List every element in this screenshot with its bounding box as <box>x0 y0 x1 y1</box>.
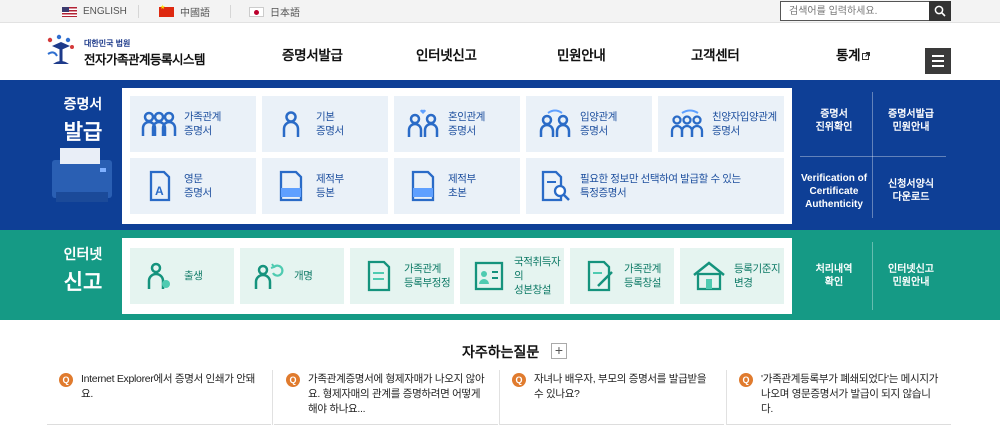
question-badge-icon: Q <box>286 373 300 387</box>
divider <box>800 156 946 157</box>
lang-chinese-link[interactable]: 中國語 <box>159 0 210 23</box>
question-badge-icon: Q <box>59 373 73 387</box>
internet-report-heading: 인터넷 신고 <box>63 246 103 294</box>
lang-chinese-label: 中國語 <box>180 8 210 19</box>
form-download-button[interactable]: 신청서양식 다운로드 <box>873 158 949 224</box>
lang-japanese-link[interactable]: 日本語 <box>249 0 300 23</box>
house-icon <box>693 261 725 291</box>
tile-full-adoption-cert[interactable]: 친양자입양관계 증명서 <box>658 96 784 152</box>
tile-removed-register-copy[interactable]: 제적부 등본 <box>262 158 388 214</box>
person-icon <box>282 111 300 137</box>
tile-registry-base-change[interactable]: 등록기준지 변경 <box>680 248 784 304</box>
court-emblem-icon <box>47 34 74 64</box>
internet-report-guide-button[interactable]: 인터넷신고 민원안내 <box>873 238 949 314</box>
tile-marriage-cert[interactable]: 혼인관계 증명서 <box>394 96 520 152</box>
faq-item[interactable]: Q 가족관계증명서에 형제자매가 나오지 않아요. 형제자매의 관계를 증명하려… <box>274 365 498 425</box>
faq-item-text: 자녀나 배우자, 부모의 증명서를 발급받을 수 있나요? <box>534 373 707 400</box>
faq-heading: 자주하는질문 <box>462 344 540 360</box>
process-history-button[interactable]: 처리내역 확인 <box>796 238 872 314</box>
nav-certificate-issue[interactable]: 증명서발급 <box>282 44 343 64</box>
faq-more-button[interactable]: + <box>551 343 567 359</box>
couple-heart-icon <box>407 109 439 137</box>
hamburger-icon <box>932 55 944 57</box>
divider <box>138 5 139 18</box>
certificate-issue-section: 증명서 발급 가족관계 증명서 기본 증명서 혼인관계 증명서 입양관계 증명서… <box>0 80 1000 230</box>
register-create-icon <box>587 260 613 292</box>
tile-register-correction[interactable]: 가족관계 등록부정정 <box>350 248 454 304</box>
search-input[interactable] <box>780 1 930 21</box>
divider <box>872 242 873 310</box>
certificate-tiles-panel: 가족관계 증명서 기본 증명서 혼인관계 증명서 입양관계 증명서 친양자입양관… <box>122 88 792 224</box>
english-document-icon: A <box>149 170 171 202</box>
tile-removed-register-extract[interactable]: 제적부 초본 <box>394 158 520 214</box>
faq-item-text: Internet Explorer에서 증명서 인쇄가 안돼요. <box>81 373 255 400</box>
nav-statistics[interactable]: 통계 <box>836 44 871 64</box>
svg-text:A: A <box>155 184 164 198</box>
faq-item-text: 가족관계증명서에 형제자매가 나오지 않아요. 형제자매의 관계를 증명하려면 … <box>308 373 485 415</box>
divider <box>272 370 273 425</box>
family-icon <box>141 111 177 136</box>
cert-issue-guide-button[interactable]: 증명서발급 민원안내 <box>873 88 949 154</box>
verify-cert-button[interactable]: 증명서 진위확인 <box>796 88 872 154</box>
divider <box>872 92 873 218</box>
nav-civil-guide[interactable]: 민원안내 <box>557 44 606 64</box>
lang-english-label: ENGLISH <box>83 6 127 17</box>
faq-item[interactable]: Q 자녀나 배우자, 부모의 증명서를 발급받을 수 있나요? <box>500 365 724 425</box>
naturalized-id-icon <box>474 261 504 291</box>
removed-register-extract-icon <box>411 170 435 202</box>
site-header: 대한민국 법원 전자가족관계등록시스템 증명서발급 인터넷신고 민원안내 고객센… <box>0 24 1000 80</box>
tile-naturalized-surname[interactable]: 국적취득자의 성본창설 <box>460 248 564 304</box>
tile-specific-cert[interactable]: 필요한 정보만 선택하여 발급할 수 있는 특정증명서 <box>526 158 784 214</box>
lang-japanese-label: 日本語 <box>270 8 300 19</box>
tile-english-cert[interactable]: A 영문 증명서 <box>130 158 256 214</box>
adoption-icon <box>539 109 571 137</box>
tile-basic-cert[interactable]: 기본 증명서 <box>262 96 388 152</box>
nav-statistics-label: 통계 <box>836 48 861 63</box>
us-flag-icon <box>62 6 77 17</box>
tile-register-create[interactable]: 가족관계 등록창설 <box>570 248 674 304</box>
logo-title: 전자가족관계등록시스템 <box>84 53 206 67</box>
nav-customer-center[interactable]: 고객센터 <box>691 44 740 64</box>
printer-illustration-icon <box>52 148 112 202</box>
divider <box>230 5 231 18</box>
faq-item[interactable]: Q '가족관계등록부가 폐쇄되었다'는 메시지가 나오며 영문증명서가 발급이 … <box>727 365 951 425</box>
document-search-icon <box>541 170 570 202</box>
tile-birth-report[interactable]: 출생 <box>130 248 234 304</box>
all-menu-button[interactable] <box>925 48 951 74</box>
search-button[interactable] <box>929 1 951 21</box>
lang-english-link[interactable]: ENGLISH <box>62 0 127 23</box>
certificate-issue-heading: 증명서 발급 <box>63 96 103 144</box>
faq-item[interactable]: Q Internet Explorer에서 증명서 인쇄가 안돼요. <box>47 365 271 425</box>
japan-flag-icon <box>249 6 264 17</box>
verification-english-button[interactable]: Verification of Certificate Authenticity <box>796 158 872 224</box>
birth-icon <box>147 262 170 289</box>
search-icon <box>934 5 946 17</box>
nav-internet-report[interactable]: 인터넷신고 <box>416 44 477 64</box>
faq-item-text: '가족관계등록부가 폐쇄되었다'는 메시지가 나오며 영문증명서가 발급이 되지… <box>761 373 939 415</box>
register-correction-icon <box>367 260 391 292</box>
logo-subtitle: 대한민국 법원 <box>84 39 131 48</box>
report-tiles-panel: 출생 개명 가족관계 등록부정정 국적취득자의 성본창설 가족관계 등록창설 등… <box>122 238 792 314</box>
external-link-icon <box>862 52 871 60</box>
rename-icon <box>254 263 284 289</box>
full-adoption-icon <box>670 109 704 137</box>
question-badge-icon: Q <box>512 373 526 387</box>
removed-register-icon <box>279 170 303 202</box>
tile-adoption-cert[interactable]: 입양관계 증명서 <box>526 96 652 152</box>
question-badge-icon: Q <box>739 373 753 387</box>
top-utility-bar: ENGLISH 中國語 日本語 <box>0 0 1000 23</box>
tile-family-relation-cert[interactable]: 가족관계 증명서 <box>130 96 256 152</box>
china-flag-icon <box>159 4 174 17</box>
site-logo[interactable]: 대한민국 법원 전자가족관계등록시스템 <box>44 34 214 74</box>
tile-rename-report[interactable]: 개명 <box>240 248 344 304</box>
internet-report-section: 인터넷 신고 출생 개명 가족관계 등록부정정 국적취득자의 성본창설 가족관계… <box>0 230 1000 320</box>
